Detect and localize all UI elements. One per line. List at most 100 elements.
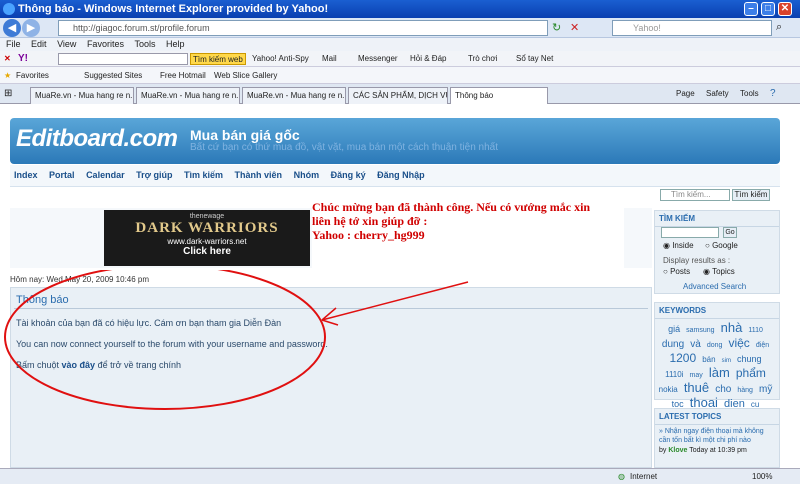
antispy-button[interactable]: Yahoo! Anti-Spy: [252, 51, 309, 67]
keyword-link[interactable]: 1200: [669, 351, 696, 365]
stop-icon[interactable]: ✕: [570, 21, 579, 34]
note-line3: Yahoo : cherry_hg999: [312, 228, 425, 242]
mail-button[interactable]: Mail: [322, 51, 337, 67]
keyword-link[interactable]: và: [690, 339, 701, 350]
menu-tools[interactable]: Tools: [134, 39, 155, 49]
web-slice-gallery-link[interactable]: Web Slice Gallery: [214, 67, 277, 84]
nav-login[interactable]: Đăng Nhập: [377, 170, 425, 180]
site-logo[interactable]: Editboard.com: [16, 125, 178, 153]
menu-favorites[interactable]: Favorites: [87, 39, 124, 49]
radio-google[interactable]: ○ Google: [705, 241, 738, 250]
keyword-link[interactable]: bán: [702, 355, 715, 364]
dark-warriors-ad[interactable]: thenewage DARK WARRIORS www.dark-warrior…: [104, 210, 310, 266]
close-button[interactable]: ✕: [778, 2, 792, 16]
qa-button[interactable]: Hỏi & Đáp: [410, 51, 446, 67]
keyword-link[interactable]: phẩm: [736, 366, 766, 380]
toolbar-search-input[interactable]: [58, 53, 188, 65]
nav-calendar[interactable]: Calendar: [86, 170, 125, 180]
keyword-link[interactable]: giá: [668, 324, 680, 334]
sidebar-go-button[interactable]: Go: [723, 227, 737, 238]
favorites-button[interactable]: Favorites: [16, 67, 49, 84]
refresh-icon[interactable]: ↻: [552, 21, 561, 34]
radio-inside-label: Inside: [672, 241, 694, 250]
latest-when: Today at 10:39 pm: [689, 447, 747, 454]
radio-posts[interactable]: ○ Posts: [663, 267, 690, 276]
tools-menu[interactable]: Tools: [740, 89, 759, 98]
keyword-link[interactable]: thuê: [684, 380, 709, 395]
tab-bar: ⊞ MuaRe.vn - Mua hang re n... MuaRe.vn -…: [0, 84, 800, 104]
keyword-link[interactable]: việc: [728, 336, 749, 350]
advanced-search-link[interactable]: Advanced Search: [683, 282, 746, 291]
forward-button[interactable]: ▶: [22, 19, 40, 37]
menu-edit[interactable]: Edit: [31, 39, 47, 49]
keyword-link[interactable]: 1110i: [665, 370, 683, 379]
yahoo-toolbar: ✕ Y! Tìm kiếm web Yahoo! Anti-Spy Mail M…: [0, 51, 800, 67]
top-search-input[interactable]: Tìm kiếm...: [660, 189, 730, 201]
address-bar-row: ◀ ▶ http://giagoc.forum.st/profile.forum…: [0, 18, 800, 38]
keyword-link[interactable]: hàng: [737, 387, 753, 394]
note-line2: liên hệ tớ xin giúp đỡ :: [312, 214, 428, 228]
yahoo-logo-icon[interactable]: Y!: [18, 51, 28, 67]
suggested-sites-link[interactable]: Suggested Sites: [84, 67, 142, 84]
tab-thong-bao[interactable]: Thông báo: [450, 87, 548, 104]
quick-tabs-icon[interactable]: ⊞: [4, 88, 12, 99]
keyword-link[interactable]: 1110: [748, 327, 763, 334]
keyword-link[interactable]: dung: [662, 339, 684, 350]
back-button[interactable]: ◀: [3, 19, 21, 37]
safety-menu[interactable]: Safety: [706, 89, 729, 98]
notebook-button[interactable]: Sổ tay Net: [516, 51, 553, 67]
search-web-button[interactable]: Tìm kiếm web: [190, 53, 246, 65]
latest-topic-link[interactable]: » Nhận ngay điện thoại mà không cần tốn …: [655, 425, 779, 447]
keyword-link[interactable]: chung: [737, 354, 762, 364]
nav-portal[interactable]: Portal: [49, 170, 75, 180]
yahoo-search-input[interactable]: Yahoo!: [612, 20, 772, 36]
menu-file[interactable]: File: [6, 39, 21, 49]
note-line1: Chúc mừng bạn đã thành công. Nếu có vướn…: [312, 200, 591, 214]
nav-groups[interactable]: Nhóm: [294, 170, 320, 180]
latest-user-link[interactable]: Klove: [668, 447, 687, 454]
sidebar-search: TÌM KIẾM Go ◉ Inside ○ Google Display re…: [654, 210, 780, 294]
tab-muare-1[interactable]: MuaRe.vn - Mua hang re n...: [30, 87, 134, 104]
nav-help[interactable]: Trợ giúp: [136, 170, 172, 180]
keyword-link[interactable]: điện: [756, 342, 769, 349]
minimize-button[interactable]: –: [744, 2, 758, 16]
help-icon[interactable]: ?: [770, 88, 776, 99]
site-description: Bất cứ bạn có thứ mua đồ, vật vặt, mua b…: [190, 142, 499, 153]
keyword-link[interactable]: mỹ: [759, 384, 772, 395]
close-toolbar-icon[interactable]: ✕: [4, 51, 11, 67]
page-menu[interactable]: Page: [676, 89, 695, 98]
tab-muare-3[interactable]: MuaRe.vn - Mua hang re n...: [242, 87, 346, 104]
address-input[interactable]: http://giagoc.forum.st/profile.forum: [58, 20, 548, 36]
keyword-link[interactable]: nokia: [659, 385, 678, 394]
tab-muare-2[interactable]: MuaRe.vn - Mua hang re n...: [136, 87, 240, 104]
free-hotmail-link[interactable]: Free Hotmail: [160, 67, 206, 84]
messenger-button[interactable]: Messenger: [358, 51, 398, 67]
nav-index[interactable]: Index: [14, 170, 38, 180]
ad-line1: thenewage: [189, 213, 225, 220]
latest-by: by: [659, 447, 667, 454]
nav-search[interactable]: Tìm kiếm: [184, 170, 223, 180]
maximize-button[interactable]: □: [761, 2, 775, 16]
nav-members[interactable]: Thành viên: [235, 170, 283, 180]
keyword-link[interactable]: cho: [715, 384, 731, 395]
ad-line4: Click here: [183, 246, 231, 257]
search-icon[interactable]: ⌕: [776, 21, 782, 34]
ad-line3: www.dark-warriors.net: [167, 237, 247, 246]
tab-products[interactable]: CÁC SẢN PHẨM, DỊCH VỤ ...: [348, 87, 448, 104]
menu-help[interactable]: Help: [166, 39, 185, 49]
nav-register[interactable]: Đăng ký: [331, 170, 366, 180]
radio-topics[interactable]: ◉ Topics: [703, 267, 735, 276]
games-button[interactable]: Trò chơi: [468, 51, 497, 67]
keyword-link[interactable]: dong: [707, 342, 723, 349]
keyword-link[interactable]: nhà: [721, 320, 743, 335]
keyword-link[interactable]: làm: [709, 365, 730, 380]
keyword-link[interactable]: may: [690, 372, 703, 379]
zoom-level[interactable]: 100%: [752, 469, 772, 484]
keyword-link[interactable]: sim: [722, 358, 731, 364]
radio-inside[interactable]: ◉ Inside: [663, 241, 694, 250]
top-search-button[interactable]: Tìm kiếm: [732, 189, 770, 201]
menu-view[interactable]: View: [57, 39, 76, 49]
sidebar-search-input[interactable]: [661, 227, 719, 238]
latest-topics-title: LATEST TOPICS: [655, 409, 779, 425]
keyword-link[interactable]: samsung: [686, 327, 714, 334]
